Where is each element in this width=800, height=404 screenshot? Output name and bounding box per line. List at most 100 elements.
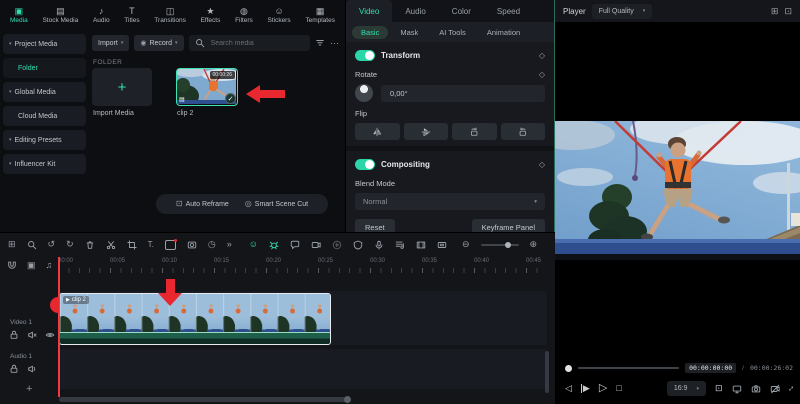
eye-visibility-icon[interactable] bbox=[45, 330, 55, 340]
timeline-hscrollbar[interactable] bbox=[59, 396, 351, 403]
subtab-basic[interactable]: Basic bbox=[352, 25, 389, 39]
rotate-dial[interactable] bbox=[355, 84, 373, 102]
crop-icon[interactable] bbox=[127, 239, 137, 250]
rotate-right-button[interactable] bbox=[500, 123, 545, 140]
flip-horizontal-button[interactable] bbox=[355, 123, 400, 140]
video-preview[interactable] bbox=[555, 121, 800, 260]
sidebar-item-influencer-kit[interactable]: ▾ Influencer Kit bbox=[3, 154, 86, 174]
grid-view-icon[interactable]: ⊞ bbox=[771, 6, 779, 16]
voiceover-mic-icon[interactable] bbox=[374, 240, 384, 250]
subtab-mask[interactable]: Mask bbox=[391, 26, 427, 39]
tab-transitions[interactable]: ◫ Transitions bbox=[154, 6, 186, 24]
display-output-icon[interactable] bbox=[732, 384, 742, 394]
undo-icon[interactable]: ↺ bbox=[48, 240, 56, 249]
tab-audio-props[interactable]: Audio bbox=[392, 0, 438, 22]
zoom-tool-icon[interactable] bbox=[27, 240, 37, 250]
smart-scene-cut-button[interactable]: ◎ Smart Scene Cut bbox=[245, 200, 308, 208]
tab-color[interactable]: Color bbox=[439, 0, 484, 22]
select-tool-icon[interactable]: ⊞ bbox=[8, 240, 16, 249]
render-preview-icon[interactable] bbox=[770, 384, 780, 394]
fullscreen-icon[interactable]: ↕ bbox=[786, 383, 796, 393]
zoom-in-icon[interactable]: ⊕ bbox=[530, 240, 538, 249]
pip-view-icon[interactable]: ⊡ bbox=[784, 6, 792, 16]
mute-speaker-icon[interactable] bbox=[27, 330, 37, 340]
speed-clock-icon[interactable]: ◷ bbox=[208, 240, 216, 249]
lock-icon[interactable] bbox=[9, 330, 19, 340]
next-frame-icon[interactable]: ▶ bbox=[580, 384, 590, 393]
redo-icon[interactable]: ↻ bbox=[66, 240, 74, 249]
clip-thumbnail[interactable]: 00:00:26 ▤ ✓ bbox=[176, 68, 238, 106]
zoom-slider-handle[interactable] bbox=[504, 241, 511, 248]
audio-view-icon[interactable]: ♫ bbox=[46, 260, 53, 270]
record-frame-icon[interactable] bbox=[164, 238, 177, 250]
tab-filters[interactable]: ◍ Filters bbox=[235, 6, 253, 24]
timeline-ruler[interactable]: 00:00 00:05 00:10 00:15 00:20 00:25 00:3… bbox=[58, 257, 547, 276]
tab-stock-media[interactable]: ▤ Stock Media bbox=[42, 6, 78, 24]
filmstrip-icon[interactable] bbox=[416, 240, 426, 250]
sidebar-item-editing-presets[interactable]: ▾ Editing Presets bbox=[3, 130, 86, 150]
play-icon[interactable]: ▷ bbox=[599, 383, 607, 394]
track-view-icon[interactable]: ▣ bbox=[27, 260, 36, 270]
sidebar-item-cloud-media[interactable]: Cloud Media bbox=[3, 106, 86, 126]
lock-icon[interactable] bbox=[9, 364, 19, 374]
stop-icon[interactable]: □ bbox=[616, 384, 621, 393]
music-playlist-icon[interactable] bbox=[395, 240, 405, 250]
keyframe-diamond-icon[interactable]: ◇ bbox=[539, 160, 545, 169]
tab-templates[interactable]: ▦ Templates bbox=[305, 6, 335, 24]
toolbar-overflow-icon[interactable]: » bbox=[227, 240, 232, 249]
subtab-animation[interactable]: Animation bbox=[478, 26, 529, 39]
search-input[interactable] bbox=[208, 38, 304, 48]
ai-portrait-icon[interactable]: ☺ bbox=[249, 240, 258, 249]
import-media-tile[interactable]: + bbox=[92, 68, 152, 106]
more-options-icon[interactable]: ⋯ bbox=[330, 38, 339, 48]
flip-vertical-button[interactable] bbox=[403, 123, 448, 140]
mask-tool-icon[interactable] bbox=[187, 240, 197, 250]
scrubber-handle[interactable] bbox=[565, 364, 572, 372]
delete-icon[interactable] bbox=[85, 240, 95, 250]
add-track-button[interactable]: + bbox=[26, 383, 32, 395]
tab-speed[interactable]: Speed bbox=[484, 0, 533, 22]
timeline-vscrollbar[interactable] bbox=[545, 351, 549, 393]
tab-titles[interactable]: T Titles bbox=[124, 6, 139, 24]
sidebar-item-folder[interactable]: Folder bbox=[3, 58, 86, 78]
rotate-value-input[interactable] bbox=[381, 84, 545, 102]
tab-effects[interactable]: ★ Effects bbox=[201, 6, 221, 24]
compositing-toggle[interactable] bbox=[355, 158, 375, 170]
hscroll-handle[interactable] bbox=[344, 396, 351, 403]
blend-mode-dropdown[interactable]: Normal ▾ bbox=[355, 193, 545, 210]
play-circle-icon[interactable] bbox=[332, 240, 342, 250]
record-button[interactable]: ◉ Record ▾ bbox=[134, 35, 184, 51]
magnetic-snap-icon[interactable] bbox=[7, 260, 17, 270]
transform-toggle[interactable] bbox=[355, 49, 375, 61]
split-scissors-icon[interactable] bbox=[106, 240, 116, 250]
aspect-ratio-dropdown[interactable]: 16:9 ▾ bbox=[666, 381, 706, 396]
fit-timeline-icon[interactable] bbox=[437, 240, 447, 250]
tab-media[interactable]: ▣ Media bbox=[10, 6, 28, 24]
auto-reframe-button[interactable]: ⊡ Auto Reframe bbox=[176, 200, 229, 208]
tab-audio[interactable]: ♪ Audio bbox=[93, 6, 110, 24]
sidebar-item-project-media[interactable]: ▾ Project Media bbox=[3, 34, 86, 54]
progress-track[interactable] bbox=[578, 367, 680, 369]
subtab-ai-tools[interactable]: AI Tools bbox=[430, 26, 475, 39]
timeline-zoom-slider[interactable] bbox=[480, 241, 519, 248]
timeline-clip[interactable]: ▶ clip 2 bbox=[59, 293, 331, 345]
tab-stickers[interactable]: ☺ Stickers bbox=[267, 6, 290, 24]
tab-video[interactable]: Video bbox=[346, 0, 393, 22]
playhead-marker[interactable] bbox=[50, 297, 59, 313]
text-tool-icon[interactable]: T. bbox=[148, 240, 154, 249]
import-button[interactable]: Import ▾ bbox=[92, 35, 130, 51]
keyframe-diamond-icon[interactable]: ◇ bbox=[539, 51, 545, 60]
playhead[interactable] bbox=[58, 257, 60, 397]
filter-icon[interactable] bbox=[315, 38, 325, 48]
previous-frame-icon[interactable]: ◁ bbox=[565, 384, 572, 393]
search-box[interactable] bbox=[188, 35, 310, 51]
rotate-left-button[interactable] bbox=[452, 123, 497, 140]
snapshot-camera-icon[interactable] bbox=[751, 384, 761, 394]
sidebar-item-global-media[interactable]: ▾ Global Media bbox=[3, 82, 86, 102]
mark-in-out-icon[interactable]: ⊡ bbox=[715, 384, 723, 393]
quality-dropdown[interactable]: Full Quality ▾ bbox=[591, 3, 653, 19]
video-camera-icon[interactable] bbox=[311, 240, 321, 250]
shield-icon[interactable] bbox=[353, 240, 363, 250]
caption-bubble-icon[interactable] bbox=[290, 240, 300, 250]
speaker-icon[interactable] bbox=[27, 364, 37, 374]
